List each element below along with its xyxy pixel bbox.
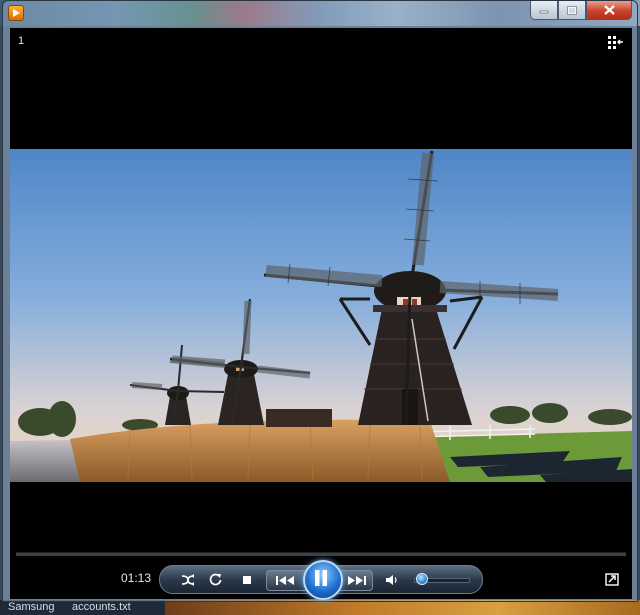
fullscreen-button[interactable]	[605, 573, 619, 591]
elapsed-time: 01:13	[121, 571, 152, 585]
track-number: 1	[18, 35, 25, 47]
taskbar-item-accounts[interactable]: accounts.txt	[72, 601, 131, 613]
minimize-button[interactable]	[530, 1, 558, 20]
switch-to-library-icon	[608, 36, 623, 49]
mute-button[interactable]	[382, 572, 400, 588]
volume-slider-thumb[interactable]	[416, 573, 429, 585]
video-frame[interactable]	[10, 149, 632, 482]
player-area: 1 01:13	[10, 28, 632, 600]
shuffle-icon	[181, 573, 195, 586]
seek-bar[interactable]	[16, 552, 626, 556]
pause-button[interactable]	[303, 560, 343, 600]
stop-button[interactable]	[238, 572, 256, 588]
maximize-icon	[567, 5, 577, 15]
close-icon	[603, 5, 615, 15]
fullscreen-icon	[605, 573, 619, 586]
taskbar-item-samsung[interactable]: Samsung	[8, 601, 54, 613]
previous-icon	[276, 575, 294, 585]
repeat-icon	[209, 573, 221, 586]
next-icon	[348, 575, 366, 585]
caption-buttons	[530, 1, 632, 20]
next-button[interactable]	[344, 572, 370, 588]
close-button[interactable]	[586, 1, 632, 20]
taskbar-background	[165, 600, 640, 615]
shuffle-button[interactable]	[178, 571, 198, 588]
volume-icon	[385, 575, 397, 585]
maximize-button[interactable]	[558, 1, 586, 20]
minimize-icon	[539, 10, 549, 14]
media-player-app-icon[interactable]	[8, 5, 24, 21]
windmills-video-image	[10, 149, 632, 482]
pause-icon	[315, 570, 327, 586]
previous-button[interactable]	[272, 572, 298, 588]
repeat-button[interactable]	[205, 571, 225, 588]
media-player-window: 1 01:13	[2, 0, 638, 602]
stop-icon	[243, 576, 251, 584]
switch-to-library-button[interactable]	[608, 36, 624, 54]
playback-controls	[159, 560, 483, 600]
